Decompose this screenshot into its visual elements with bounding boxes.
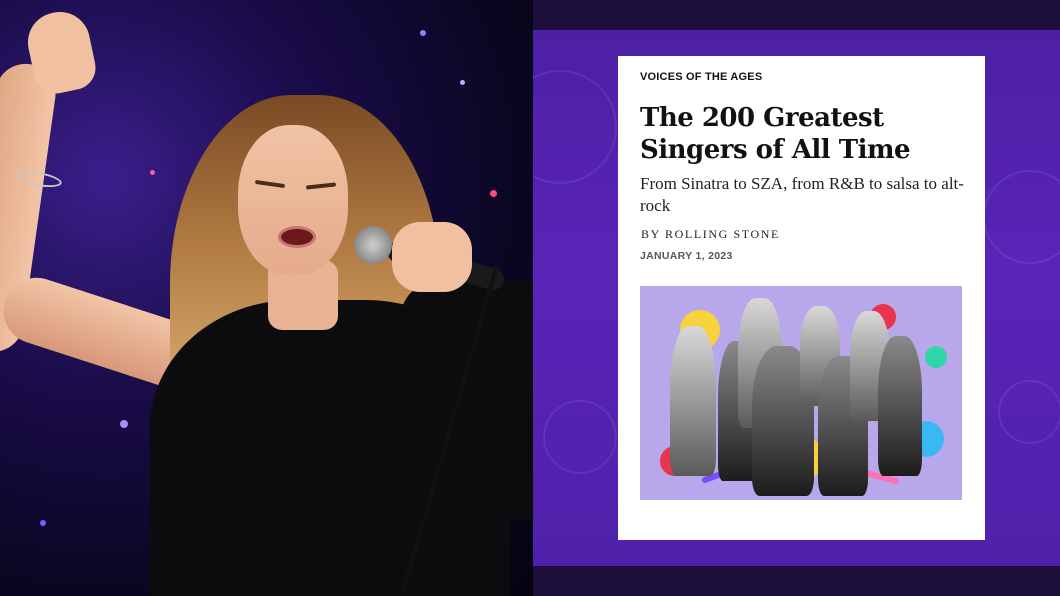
article-card[interactable]: VOICES OF THE AGES The 200 Greatest Sing… [618,56,985,540]
teal-circle [925,346,947,368]
decorative-circle [998,380,1060,444]
sparkle [40,520,46,526]
bottom-band [533,566,1060,596]
top-band [533,0,1060,30]
microphone-icon [354,226,392,264]
article-byline[interactable]: BY ROLLING STONE [641,227,780,242]
singer-figure [670,326,716,476]
article-title[interactable]: The 200 Greatest Singers of All Time [640,102,970,166]
decorative-circle [983,170,1060,264]
open-mouth [278,226,316,248]
singer-photo [0,0,533,596]
hand-holding-mic [392,222,472,292]
article-panel: VOICES OF THE AGES The 200 Greatest Sing… [533,0,1060,596]
decorative-circle [543,400,617,474]
sparkle [490,190,497,197]
sparkle [460,80,465,85]
sparkle [120,420,128,428]
sparkle [420,30,426,36]
decorative-circle [533,70,617,184]
hero-illustration[interactable] [640,286,962,500]
singer-figure [878,336,922,476]
sparkle [150,170,155,175]
face [238,125,348,275]
sleeve [400,280,533,520]
article-date: JANUARY 1, 2023 [640,250,733,262]
article-subtitle: From Sinatra to SZA, from R&B to salsa t… [640,174,964,215]
article-kicker: VOICES OF THE AGES [640,71,763,83]
